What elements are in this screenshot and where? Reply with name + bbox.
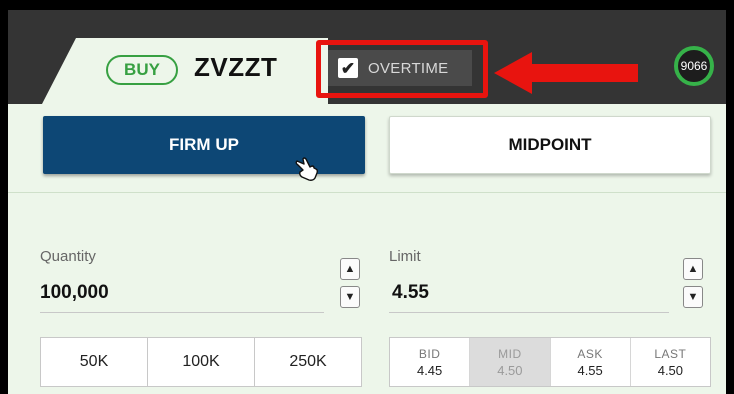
side-badge: BUY xyxy=(106,55,178,85)
price-value: 4.55 xyxy=(577,362,603,378)
size-preset-50k-button[interactable]: 50K xyxy=(41,338,148,386)
limit-underline xyxy=(389,312,669,313)
quantity-stepper[interactable]: ▲ ▼ xyxy=(340,258,360,314)
chevron-up-icon: ▲ xyxy=(344,262,356,275)
section-divider xyxy=(8,192,726,193)
quantity-underline xyxy=(40,312,324,313)
limit-label: Limit xyxy=(389,248,421,265)
overtime-checkbox[interactable]: ✔ xyxy=(338,58,358,78)
price-label: BID xyxy=(418,346,441,361)
price-label: MID xyxy=(498,346,522,361)
price-label: LAST xyxy=(654,346,687,361)
midpoint-button[interactable]: MIDPOINT xyxy=(389,116,711,174)
size-preset-group: 50K 100K 250K xyxy=(40,337,362,387)
limit-stepper[interactable]: ▲ ▼ xyxy=(683,258,703,314)
bid-price-button[interactable]: BID 4.45 xyxy=(390,338,471,386)
overtime-toggle[interactable]: ✔ OVERTIME xyxy=(328,50,472,86)
hand-pointer-icon xyxy=(295,157,319,181)
last-price-button[interactable]: LAST 4.50 xyxy=(631,338,710,386)
arrow-left-icon xyxy=(494,52,638,94)
quantity-decrement-button[interactable]: ▼ xyxy=(340,286,360,308)
price-reference-group: BID 4.45 MID 4.50 ASK 4.55 LAST 4.50 xyxy=(389,337,711,387)
order-ticket-window: BUY ZVZZT ✔ OVERTIME 9066 FIRM UP MIDPOI… xyxy=(8,10,726,394)
price-value: 4.50 xyxy=(657,362,684,378)
size-preset-100k-button[interactable]: 100K xyxy=(148,338,255,386)
size-preset-250k-button[interactable]: 250K xyxy=(255,338,361,386)
countdown-timer: 9066 xyxy=(674,46,714,86)
quantity-input[interactable]: 100,000 xyxy=(40,282,109,304)
symbol-label: ZVZZT xyxy=(194,52,278,82)
price-value: 4.50 xyxy=(497,362,523,378)
chevron-down-icon: ▼ xyxy=(687,290,699,303)
checkmark-icon: ✔ xyxy=(340,58,356,78)
price-value: 4.45 xyxy=(416,362,443,378)
chevron-up-icon: ▲ xyxy=(687,262,699,275)
chevron-down-icon: ▼ xyxy=(344,290,356,303)
mid-price-button[interactable]: MID 4.50 xyxy=(470,338,551,386)
limit-input[interactable]: 4.55 xyxy=(392,282,429,304)
quantity-increment-button[interactable]: ▲ xyxy=(340,258,360,280)
overtime-label: OVERTIME xyxy=(368,59,449,77)
price-label: ASK xyxy=(577,346,603,361)
limit-decrement-button[interactable]: ▼ xyxy=(683,286,703,308)
quantity-label: Quantity xyxy=(40,248,96,265)
ask-price-button[interactable]: ASK 4.55 xyxy=(551,338,631,386)
limit-increment-button[interactable]: ▲ xyxy=(683,258,703,280)
